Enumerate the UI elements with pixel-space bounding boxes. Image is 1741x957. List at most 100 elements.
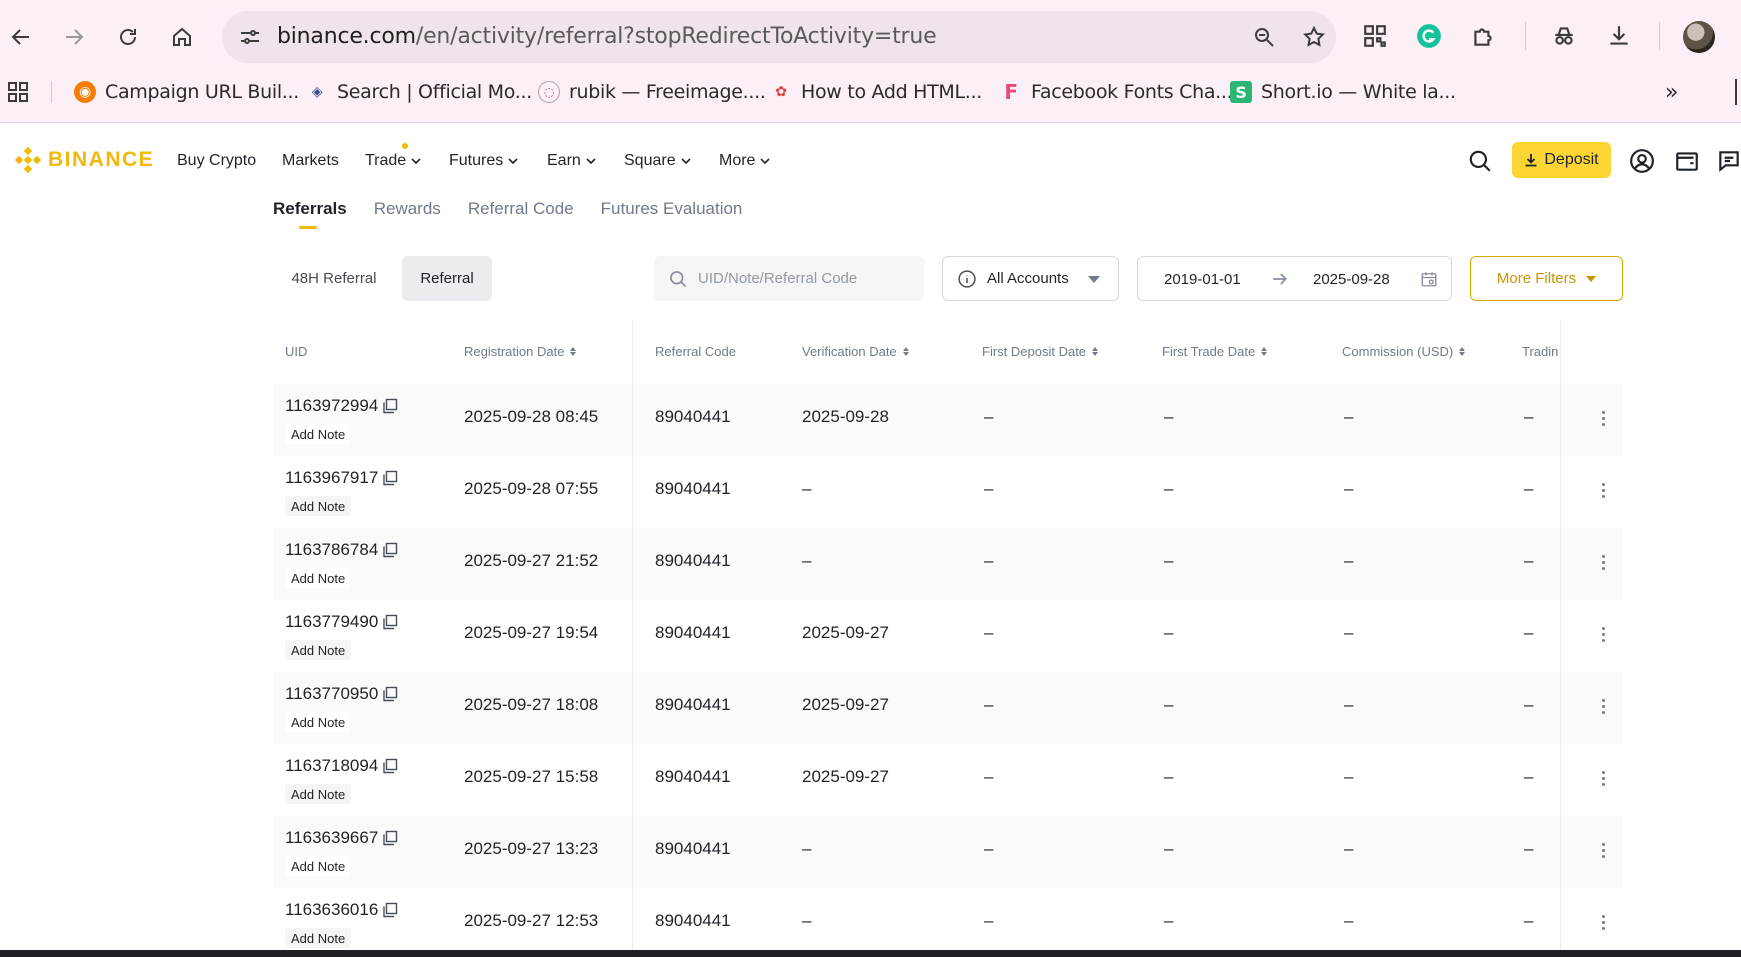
cell-uid: 1163972994 [285,396,398,416]
cell-commission: – [1344,479,1353,499]
grammarly-icon[interactable] [1411,18,1447,54]
site-info-icon[interactable] [236,23,264,51]
forward-button[interactable] [56,19,92,55]
column-label: Referral Code [655,344,736,359]
copy-icon[interactable] [382,686,398,702]
binance-logo[interactable]: BINANCE [14,146,154,174]
bookmark-short-io[interactable]: S Short.io — White la... [1230,79,1456,105]
user-account-icon[interactable] [1627,146,1657,176]
row-actions-kebab-icon[interactable] [1595,910,1611,934]
apps-grid-icon[interactable] [6,79,30,105]
row-actions-kebab-icon[interactable] [1595,406,1611,430]
column-header-verification-date[interactable]: Verification Date [802,344,909,359]
address-bar[interactable]: binance.com/en/activity/referral?stopRed… [222,11,1336,63]
nav-buy-crypto[interactable]: Buy Crypto [177,152,256,170]
sort-icon [903,347,909,356]
calendar-icon[interactable] [1420,270,1438,292]
add-note-button[interactable]: Add Note [285,640,351,660]
date-from[interactable]: 2019-01-01 [1164,271,1241,288]
bookmark-search-official[interactable]: ◈ Search | Official Mo... [306,79,532,105]
add-note-button[interactable]: Add Note [285,928,351,948]
add-note-button[interactable]: Add Note [285,784,351,804]
row-actions-kebab-icon[interactable] [1595,838,1611,862]
copy-icon[interactable] [382,902,398,918]
column-header-first-deposit-date[interactable]: First Deposit Date [982,344,1098,359]
qr-code-extension-icon[interactable] [1357,18,1393,54]
download-icon[interactable] [1601,18,1637,54]
deposit-button[interactable]: Deposit [1512,142,1611,178]
segment-referral[interactable]: Referral [402,256,492,301]
account-select[interactable]: All Accounts [942,256,1119,301]
table-row: 1163770950Add Note2025-09-27 18:08890404… [273,672,1623,744]
row-actions-kebab-icon[interactable] [1595,478,1611,502]
bookmark-label: How to Add HTML... [801,81,982,103]
info-icon [957,269,977,289]
nav-more[interactable]: More [719,152,771,170]
copy-icon[interactable] [382,470,398,486]
row-actions-kebab-icon[interactable] [1595,766,1611,790]
search-icon[interactable] [1465,146,1495,176]
cell-uid: 1163639667 [285,828,398,848]
cell-first-trade-date: – [1164,623,1173,643]
uid-value: 1163718094 [285,756,378,776]
nav-markets[interactable]: Markets [282,152,339,170]
cell-first-trade-date: – [1164,695,1173,715]
date-to[interactable]: 2025-09-28 [1313,271,1390,288]
copy-icon[interactable] [382,398,398,414]
reload-button[interactable] [110,19,146,55]
row-actions-kebab-icon[interactable] [1595,550,1611,574]
bookmark-campaign-url[interactable]: ◉ Campaign URL Buil... [74,79,299,105]
column-header-first-trade-date[interactable]: First Trade Date [1162,344,1267,359]
column-header-commission[interactable]: Commission (USD) [1342,344,1465,359]
tab-referral-code[interactable]: Referral Code [468,199,574,239]
incognito-icon[interactable] [1546,18,1582,54]
copy-icon[interactable] [382,542,398,558]
home-button[interactable] [164,19,200,55]
bookmark-add-html[interactable]: ✿ How to Add HTML... [770,79,982,105]
sort-icon [1459,347,1465,356]
segment-48h-referral[interactable]: 48H Referral [277,256,391,301]
zoom-icon[interactable] [1250,23,1278,51]
copy-icon[interactable] [382,614,398,630]
cell-first-deposit-date: – [984,911,993,931]
row-actions-kebab-icon[interactable] [1595,694,1611,718]
add-note-button[interactable]: Add Note [285,424,351,444]
uid-value: 1163967917 [285,468,378,488]
copy-icon[interactable] [382,758,398,774]
back-button[interactable] [3,19,39,55]
cell-referral-code: 89040441 [655,695,731,715]
add-note-button[interactable]: Add Note [285,856,351,876]
tab-referrals[interactable]: Referrals [273,199,347,239]
bookmark-facebook-fonts[interactable]: F Facebook Fonts Cha... [1000,79,1232,105]
more-filters-button[interactable]: More Filters [1470,256,1623,301]
search-input[interactable] [698,270,908,287]
cell-registration-date: 2025-09-27 18:08 [464,695,598,715]
messages-icon[interactable] [1714,146,1741,176]
add-note-button[interactable]: Add Note [285,568,351,588]
tab-rewards[interactable]: Rewards [374,199,441,239]
copy-icon[interactable] [382,830,398,846]
cell-first-trade-date: – [1164,839,1173,859]
nav-trade[interactable]: Trade [365,152,422,170]
search-favicon-icon: ◈ [306,81,328,103]
add-note-button[interactable]: Add Note [285,712,351,732]
wallet-icon[interactable] [1672,146,1702,176]
nav-square[interactable]: Square [624,152,692,170]
cell-verification-date: 2025-09-27 [802,695,889,715]
more-bookmarks-icon[interactable]: » [1665,79,1678,105]
extensions-puzzle-icon[interactable] [1465,18,1501,54]
column-header-registration-date[interactable]: Registration Date [464,344,576,359]
row-actions-kebab-icon[interactable] [1595,622,1611,646]
add-note-button[interactable]: Add Note [285,496,351,516]
bookmark-rubik[interactable]: ◌ rubik — Freeimage.... [538,79,766,105]
bookmark-star-icon[interactable] [1300,23,1328,51]
nav-futures[interactable]: Futures [449,152,519,170]
table-row: 1163718094Add Note2025-09-27 15:58890404… [273,744,1623,816]
tab-label: Referrals [273,199,347,218]
cell-verification-date: – [802,479,811,499]
nav-earn[interactable]: Earn [547,152,597,170]
date-range-picker[interactable]: 2019-01-01 2025-09-28 [1137,256,1452,301]
profile-avatar[interactable] [1683,21,1715,53]
tab-futures-evaluation[interactable]: Futures Evaluation [601,199,743,239]
caret-down-icon [1088,276,1100,283]
